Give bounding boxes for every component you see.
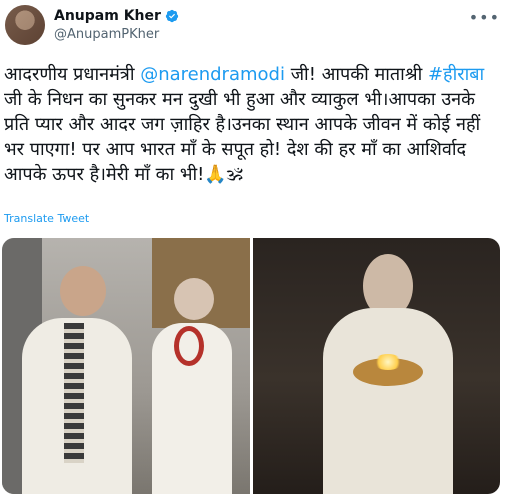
tweet-text-part: जी! आपकी माताश्री [284,64,428,85]
photo-diya-flame [373,354,403,370]
author-avatar[interactable] [5,5,45,45]
more-options-icon[interactable]: ••• [469,8,500,27]
hashtag-link[interactable]: #हीराबा [428,64,484,85]
photo-head [60,266,106,316]
photo-diya[interactable] [253,238,500,494]
photo-head [174,278,214,320]
author-name[interactable]: Anupam Kher [54,8,161,24]
photo-saree [323,308,453,494]
photo-grid [2,238,500,494]
tweet-text: आदरणीय प्रधानमंत्री @narendramodi जी! आप… [4,62,504,187]
tweet-text-part: आदरणीय प्रधानमंत्री [4,64,141,85]
author-name-row: Anupam Kher [54,6,179,26]
tweet-text-part: जी के निधन का सुनकर मन दुखी भी हुआ और व्… [4,89,481,185]
photo-garland [174,326,204,366]
mention-link[interactable]: @narendramodi [140,64,285,85]
translate-tweet-link[interactable]: Translate Tweet [4,212,89,225]
photo-visit[interactable] [2,238,250,494]
verified-badge-icon [165,9,179,23]
photo-shawl [64,323,84,463]
author-handle[interactable]: @AnupamPKher [54,27,159,42]
